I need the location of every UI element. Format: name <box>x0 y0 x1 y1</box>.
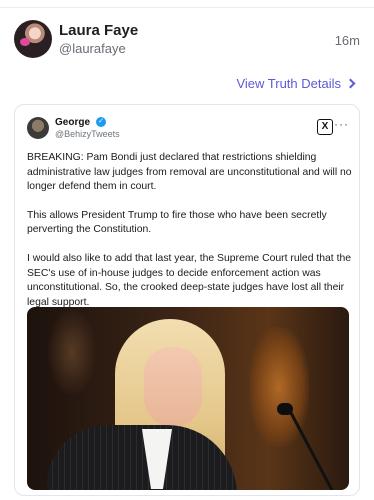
embedded-author-handle: @BehizyTweets <box>55 129 120 139</box>
microphone <box>289 411 335 490</box>
embedded-tweet-photo[interactable] <box>27 307 349 490</box>
verified-badge-icon: ✓ <box>96 117 106 127</box>
tweet-paragraph: This allows President Trump to fire thos… <box>27 209 327 236</box>
author-handle[interactable]: @laurafaye <box>59 41 126 56</box>
top-divider <box>0 7 374 8</box>
chevron-right-icon <box>345 78 356 89</box>
embedded-tweet-header: George ✓ @BehizyTweets X ··· <box>27 117 349 141</box>
embedded-tweet-card[interactable]: George ✓ @BehizyTweets X ··· BREAKING: P… <box>14 104 360 496</box>
embedded-tweet-text: BREAKING: Pam Bondi just declared that r… <box>27 151 353 324</box>
author-avatar[interactable] <box>14 20 52 58</box>
embedded-author-avatar <box>27 117 49 139</box>
embedded-author-name: George <box>55 117 91 128</box>
more-options-icon[interactable]: ··· <box>334 117 349 131</box>
view-truth-details-label: View Truth Details <box>236 76 341 91</box>
x-logo-icon[interactable]: X <box>317 119 333 135</box>
view-truth-details-link[interactable]: View Truth Details <box>236 76 356 91</box>
photo-subject-face <box>144 347 202 427</box>
post-header: Laura Faye @laurafaye 16m <box>14 18 360 62</box>
tweet-paragraph: BREAKING: Pam Bondi just declared that r… <box>27 152 352 193</box>
author-name[interactable]: Laura Faye <box>59 22 138 39</box>
tweet-paragraph: I would also like to add that last year,… <box>27 252 352 308</box>
post-timestamp: 16m <box>334 33 360 48</box>
